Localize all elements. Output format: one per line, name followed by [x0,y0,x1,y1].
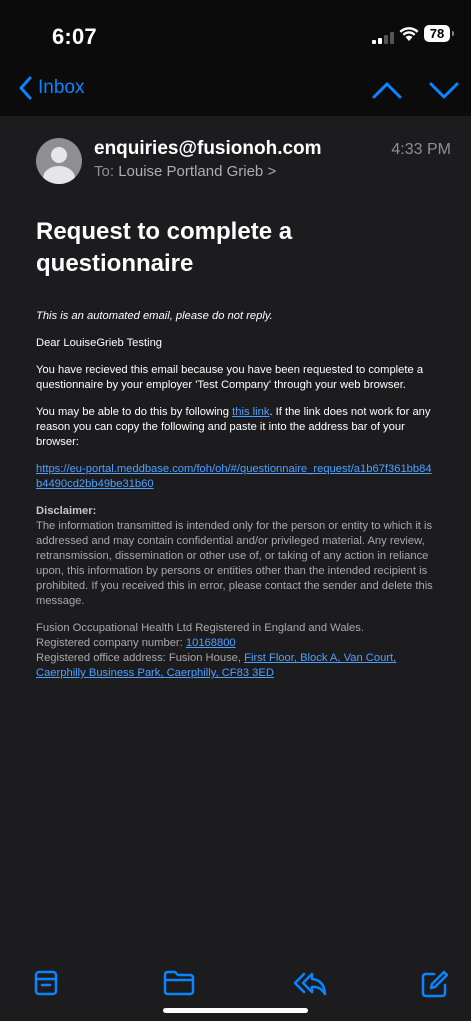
email-content: enquiries@fusionoh.com 4:33 PM To: Louis… [0,116,471,926]
status-time: 6:07 [52,24,97,49]
greeting: Dear LouiseGrieb Testing [36,337,163,349]
folder-icon[interactable] [163,970,195,996]
battery-icon: 78 [424,25,454,42]
back-button[interactable]: Inbox [18,76,84,100]
reply-all-icon[interactable] [293,970,327,998]
home-indicator[interactable] [163,1008,308,1013]
disclaimer-text: The information transmitted is intended … [36,520,433,607]
email-body: This is an automated email, please do no… [36,309,436,693]
sender-avatar[interactable] [36,138,82,184]
wifi-icon [399,27,419,41]
back-label: Inbox [38,77,85,98]
compose-icon[interactable] [421,970,449,998]
sender-address[interactable]: enquiries@fusionoh.com [94,138,322,160]
questionnaire-url-link[interactable]: https://eu-portal.meddbase.com/foh/oh/#/… [36,462,436,492]
nav-bar: Inbox [0,70,471,116]
recipient-line[interactable]: To: Louise Portland Grieb > [94,163,276,180]
archive-icon[interactable] [34,970,58,996]
cellular-signal-icon [372,32,394,44]
received-time: 4:33 PM [391,141,451,158]
disclaimer: Disclaimer: The information transmitted … [36,504,436,609]
status-bar: 6:07 78 [0,0,471,70]
recipient-name[interactable]: Louise Portland Grieb > [118,163,276,180]
company-footer: Fusion Occupational Health Ltd Registere… [36,622,397,679]
paragraph-2: You may be able to do this by following … [36,406,431,448]
disclaimer-heading: Disclaimer: [36,505,97,517]
email-subject: Request to complete a questionnaire [36,218,293,277]
paragraph-1: You have recieved this email because you… [36,364,424,391]
bottom-toolbar [0,926,471,1021]
chevron-left-icon [19,76,32,100]
to-label: To: [94,163,115,180]
previous-message-chevron-up-icon[interactable] [370,78,404,102]
company-number-link[interactable]: 10168800 [186,637,236,649]
automated-note: This is an automated email, please do no… [36,310,273,322]
this-link[interactable]: this link [232,406,269,418]
next-message-chevron-down-icon[interactable] [427,78,461,102]
